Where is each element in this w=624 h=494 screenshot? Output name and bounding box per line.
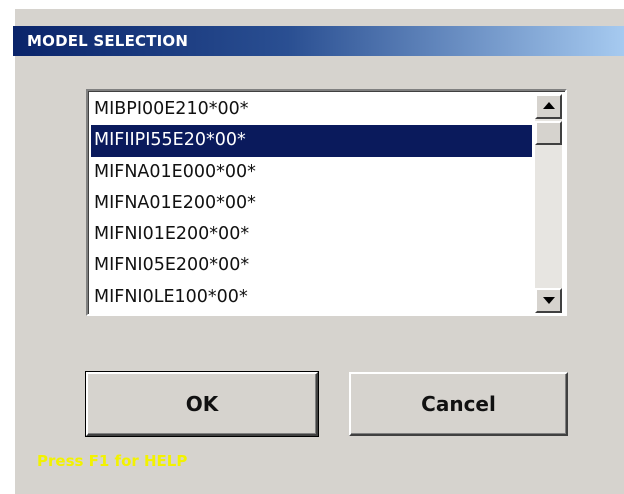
list-item[interactable]: MIFNI05E200*00* <box>91 250 532 281</box>
vertical-scrollbar[interactable] <box>535 94 562 313</box>
arrow-up-icon <box>543 102 555 109</box>
help-hint: Press F1 for HELP <box>37 452 188 470</box>
list-item-selected[interactable]: MIFIIPI55E20*00* <box>91 125 532 157</box>
title-bar: MODEL SELECTION <box>13 26 624 56</box>
list-item[interactable]: MIFNA01E000*00* <box>91 157 532 188</box>
scroll-down-button[interactable] <box>535 288 562 313</box>
arrow-down-icon <box>543 297 555 304</box>
scroll-up-button[interactable] <box>535 94 562 119</box>
scrollbar-thumb[interactable] <box>535 121 562 145</box>
model-list[interactable]: MIBPI00E210*00* MIFIIPI55E20*00* MIFNA01… <box>91 94 532 313</box>
list-item[interactable]: MIFNA01E200*00* <box>91 188 532 219</box>
model-listbox[interactable]: MIBPI00E210*00* MIFIIPI55E20*00* MIFNA01… <box>86 89 567 316</box>
cancel-button[interactable]: Cancel <box>349 372 568 436</box>
list-item[interactable]: MIFNI0LE100*00* <box>91 282 532 313</box>
dialog-title: MODEL SELECTION <box>27 32 189 50</box>
list-item[interactable]: MIFNI01E200*00* <box>91 219 532 250</box>
list-item[interactable]: MIBPI00E210*00* <box>91 94 532 125</box>
ok-button[interactable]: OK <box>85 371 319 437</box>
